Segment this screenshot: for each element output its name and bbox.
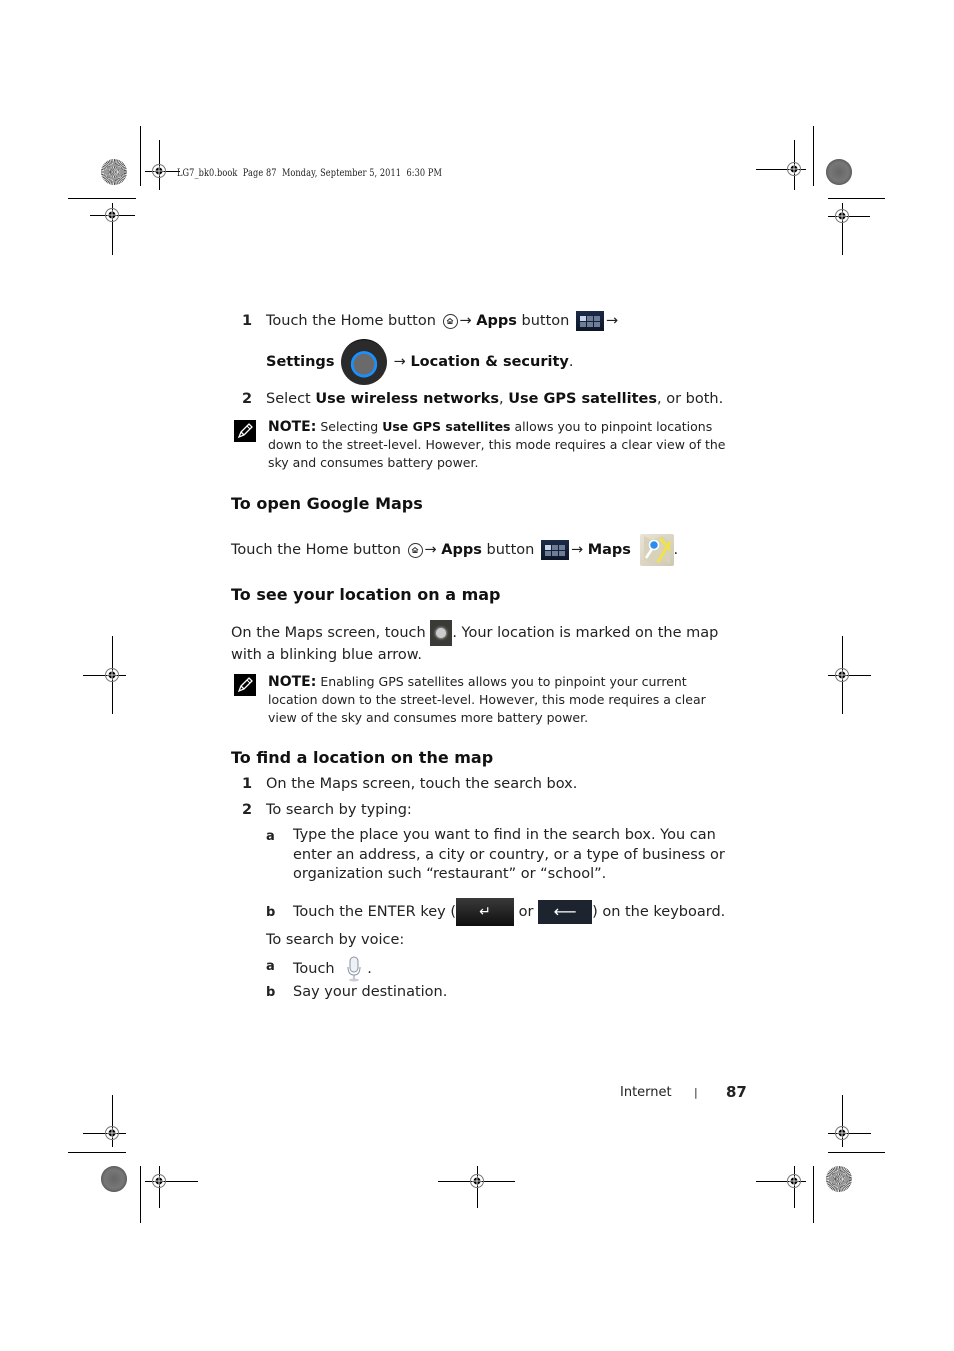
apps-icon bbox=[540, 540, 569, 560]
maps-icon bbox=[639, 534, 674, 566]
arrow: → bbox=[605, 313, 619, 329]
home-icon bbox=[442, 313, 458, 329]
note-label: NOTE: bbox=[268, 674, 317, 690]
footer-section: Internet bbox=[620, 1085, 672, 1100]
home-icon bbox=[407, 542, 423, 558]
punctuation: . bbox=[568, 354, 574, 370]
option-wireless: Use wireless networks bbox=[315, 391, 499, 407]
registration-wheel-icon bbox=[826, 1166, 852, 1192]
arrow: → bbox=[424, 542, 437, 558]
substep-text: organization such “restaurant” or “schoo… bbox=[293, 866, 607, 882]
apps-label: Apps bbox=[441, 542, 482, 558]
step-text: Touch the Home button bbox=[231, 542, 401, 558]
step-number: 2 bbox=[242, 391, 253, 407]
substep-text: Touch bbox=[293, 961, 335, 977]
substep-text: Say your destination. bbox=[293, 984, 448, 1000]
note-text: allows you to pinpoint locations bbox=[514, 419, 713, 434]
registration-wheel-icon bbox=[826, 159, 852, 185]
step-text: Select bbox=[266, 391, 311, 407]
body-text: with a blinking blue arrow. bbox=[231, 647, 422, 663]
note-label: NOTE: bbox=[268, 419, 317, 435]
substep-text: enter an address, a city or country, or … bbox=[293, 846, 725, 863]
substep-text: Type the place you want to find in the s… bbox=[293, 827, 716, 843]
my-location-icon bbox=[430, 620, 453, 646]
note-text: Enabling GPS satellites allows you to pi… bbox=[320, 674, 687, 689]
crosshair-icon bbox=[787, 1174, 801, 1188]
punctuation: . bbox=[367, 961, 372, 977]
step-number: 1 bbox=[242, 776, 253, 792]
note-text: view of the sky and consumes more batter… bbox=[268, 710, 589, 725]
enter-key-alt-icon: ⟵ bbox=[538, 900, 593, 924]
heading-see-location: To see your location on a map bbox=[231, 585, 501, 604]
arrow: → bbox=[459, 313, 472, 329]
arrow: → bbox=[570, 542, 584, 558]
note-text: down to the street-level. However, this … bbox=[268, 437, 726, 452]
note-text: location down to the street-level. Howev… bbox=[268, 692, 706, 707]
substep-letter: a bbox=[266, 829, 275, 844]
apps-icon bbox=[575, 311, 604, 331]
note-pencil-icon bbox=[234, 420, 256, 442]
crosshair-icon bbox=[787, 162, 801, 176]
apps-label: Apps bbox=[476, 313, 517, 329]
note-1: NOTE: Selecting Use GPS satellites allow… bbox=[268, 418, 758, 472]
voice-intro: To search by voice: bbox=[266, 932, 405, 948]
step-text: Touch the Home button bbox=[266, 313, 436, 329]
heading-find-location: To find a location on the map bbox=[231, 748, 494, 767]
settings-icon bbox=[341, 339, 388, 385]
see-location-text: On the Maps screen, touch . Your locatio… bbox=[231, 620, 751, 665]
step-text: To search by typing: bbox=[266, 802, 412, 818]
body-text: On the Maps screen, touch bbox=[231, 625, 426, 641]
enter-key-icon: ↵ bbox=[456, 898, 514, 926]
print-header: LG7_bk0.book Page 87 Monday, September 5… bbox=[177, 168, 442, 179]
crosshair-icon bbox=[152, 1174, 166, 1188]
note-bold: Use GPS satellites bbox=[382, 419, 511, 434]
heading-open-google-maps: To open Google Maps bbox=[231, 494, 423, 513]
step-text: button bbox=[521, 313, 570, 329]
step-text: , or both. bbox=[656, 391, 724, 407]
substep-text: Touch the ENTER key ( bbox=[293, 904, 456, 920]
step-number: 1 bbox=[242, 313, 253, 329]
registration-wheel-icon bbox=[101, 1166, 127, 1192]
punctuation: . bbox=[673, 542, 679, 558]
crosshair-icon bbox=[470, 1174, 484, 1188]
substep-letter: a bbox=[266, 959, 275, 974]
body-text: . Your location is marked on the map bbox=[452, 625, 719, 641]
settings-label: Settings bbox=[266, 354, 335, 370]
crosshair-icon bbox=[105, 208, 119, 222]
crosshair-icon bbox=[835, 1126, 849, 1140]
punctuation: , bbox=[498, 391, 504, 407]
maps-label: Maps bbox=[587, 542, 631, 558]
footer-separator: | bbox=[694, 1086, 698, 1099]
crosshair-icon bbox=[105, 1126, 119, 1140]
crosshair-icon bbox=[105, 668, 119, 682]
note-2: NOTE: Enabling GPS satellites allows you… bbox=[268, 673, 758, 727]
voice-substep-a: a Touch . bbox=[266, 956, 566, 982]
crosshair-icon bbox=[152, 164, 166, 178]
location-security-label: Location & security bbox=[410, 354, 569, 370]
note-text: Selecting bbox=[320, 419, 379, 434]
crosshair-icon bbox=[835, 209, 849, 223]
note-pencil-icon bbox=[234, 674, 256, 696]
substep-text: ) on the keyboard. bbox=[592, 904, 726, 920]
step-number: 2 bbox=[242, 802, 253, 818]
note-text: sky and consumes battery power. bbox=[268, 455, 479, 470]
registration-wheel-icon bbox=[101, 159, 127, 185]
open-maps-instruction: Touch the Home button → Apps button → Ma… bbox=[231, 534, 678, 566]
substep-letter: b bbox=[266, 905, 276, 920]
substep-letter: b bbox=[266, 985, 276, 1000]
step-text: On the Maps screen, touch the search box… bbox=[266, 776, 578, 792]
page-number: 87 bbox=[726, 1083, 747, 1101]
option-gps: Use GPS satellites bbox=[508, 391, 657, 407]
microphone-icon bbox=[345, 956, 363, 982]
step-text: button bbox=[486, 542, 535, 558]
substep-text: or bbox=[518, 904, 534, 920]
typing-substep-b: b Touch the ENTER key (↵ or ⟵) on the ke… bbox=[266, 898, 746, 928]
crosshair-icon bbox=[835, 668, 849, 682]
arrow: → bbox=[393, 354, 406, 370]
